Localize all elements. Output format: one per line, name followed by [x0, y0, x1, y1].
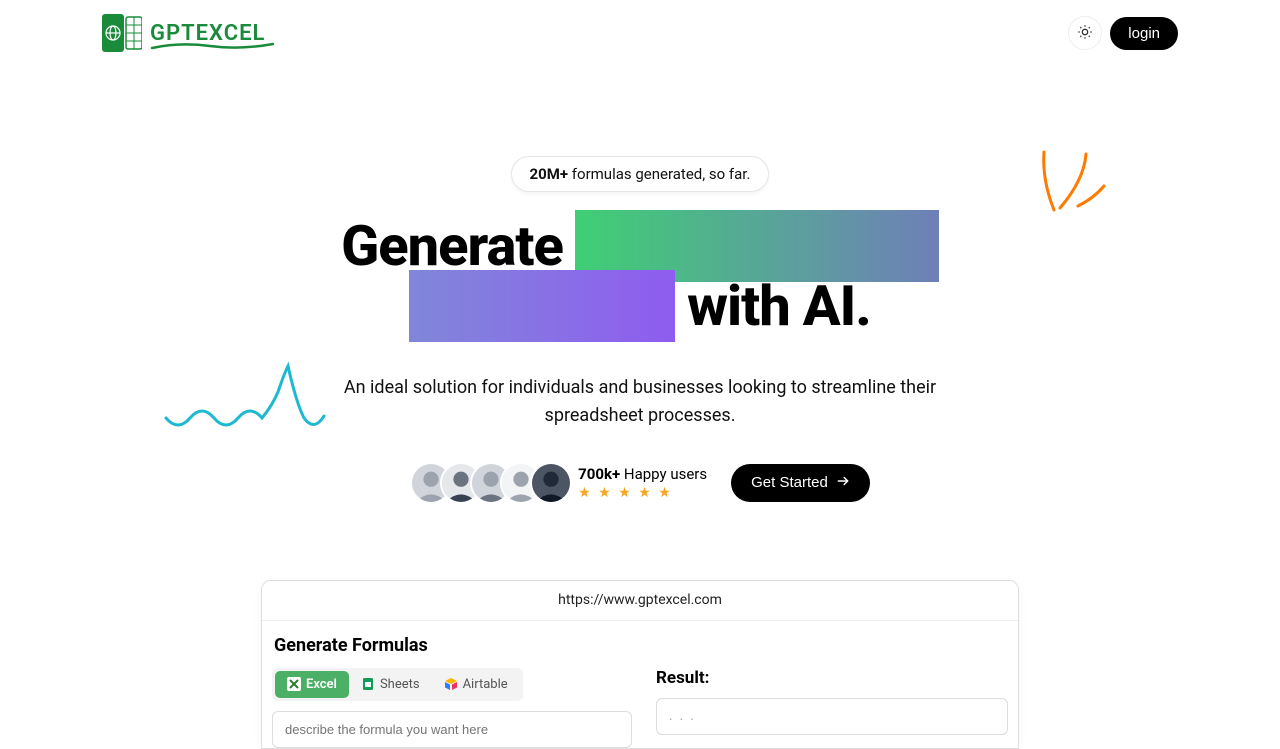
browser-url-bar: https://www.gptexcel.com: [262, 581, 1018, 621]
browser-mockup: https://www.gptexcel.com Generate Formul…: [261, 580, 1019, 749]
brand-underline: [150, 40, 275, 54]
theme-toggle[interactable]: [1068, 16, 1102, 50]
tab-airtable[interactable]: Airtable: [432, 671, 520, 698]
stats-badge: 20M+ formulas generated, so far.: [511, 156, 770, 192]
login-button[interactable]: login: [1110, 17, 1178, 50]
generate-formulas-title: Generate Formulas: [272, 635, 1008, 656]
avatar: [530, 462, 572, 504]
get-started-button[interactable]: Get Started: [731, 464, 870, 502]
sun-icon: [1077, 24, 1093, 43]
hero-headline: Generate with AI.: [0, 210, 1280, 342]
rating-stars: ★ ★ ★ ★ ★: [578, 485, 707, 501]
social-proof: 700k+ Happy users ★ ★ ★ ★ ★: [410, 462, 707, 504]
tab-sheets[interactable]: Sheets: [349, 671, 432, 698]
sheets-icon: [361, 677, 375, 691]
user-count: 700k+: [578, 465, 620, 483]
decoration-blue-squiggle: [164, 362, 328, 452]
logo-icon: [102, 14, 142, 52]
platform-tabs: Excel Sheets Airtable: [272, 668, 523, 701]
tab-excel[interactable]: Excel: [275, 671, 349, 698]
excel-icon: [287, 677, 301, 691]
decoration-orange-squiggle: [1034, 150, 1106, 222]
airtable-icon: [444, 677, 458, 691]
hero-subline: An ideal solution for individuals and bu…: [340, 374, 940, 430]
formula-input[interactable]: [272, 711, 632, 748]
result-label: Result:: [656, 668, 1008, 688]
user-count-label: Happy users: [620, 465, 707, 483]
avatar-stack: [410, 462, 572, 504]
result-output: . . .: [656, 698, 1008, 735]
headline-highlight-2: [409, 270, 675, 342]
arrow-right-icon: [836, 474, 850, 492]
headline-word-2: with AI.: [687, 273, 871, 339]
